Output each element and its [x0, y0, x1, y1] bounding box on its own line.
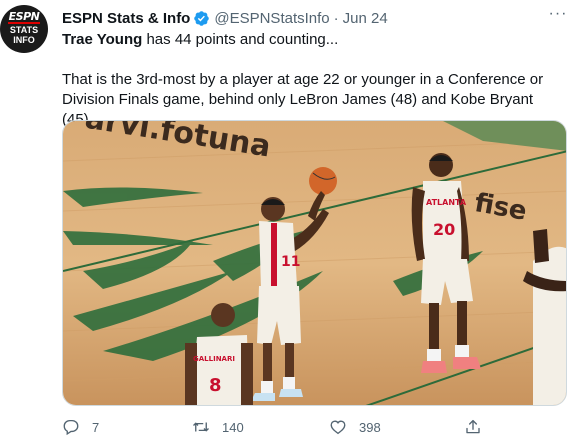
retweet-icon [193, 422, 209, 432]
display-name[interactable]: ESPN Stats & Info [62, 10, 190, 27]
jersey-left-number: 8 [209, 375, 222, 396]
basketball-photo: arvi.fotuna fise 11 ATLANTA 20 GALLINARI… [63, 121, 566, 405]
reply-count: 7 [92, 419, 100, 435]
tweet-mention-name: Trae Young [62, 31, 143, 48]
avatar-divider [8, 22, 40, 24]
more-icon[interactable]: ··· [548, 6, 568, 27]
reply-icon [63, 419, 79, 436]
retweet-count: 140 [222, 419, 244, 435]
tweet-line-1: Trae Young has 44 points and counting... [62, 30, 562, 50]
like-button[interactable]: 398 [329, 418, 381, 436]
timestamp[interactable]: Jun 24 [343, 10, 388, 27]
share-icon [466, 419, 480, 434]
jersey-left-name: GALLINARI [193, 355, 235, 363]
avatar-line-1: STATS [9, 25, 39, 35]
tweet[interactable]: ESPN STATS INFO ESPN Stats & Info @ESPNS… [0, 0, 574, 445]
verified-icon [194, 10, 210, 26]
heart-icon [330, 420, 346, 435]
share-button[interactable] [464, 418, 482, 436]
handle[interactable]: @ESPNStatsInfo [214, 10, 329, 27]
jersey-right-team: ATLANTA [426, 198, 467, 207]
jersey-right-number: 20 [433, 220, 455, 239]
retweet-button[interactable]: 140 [192, 418, 244, 436]
tweet-line-1-rest: has 44 points and counting... [142, 31, 339, 48]
tweet-header: ESPN Stats & Info @ESPNStatsInfo · Jun 2… [62, 8, 388, 28]
tweet-actions: 7 140 398 [62, 414, 542, 440]
avatar[interactable]: ESPN STATS INFO [0, 5, 48, 53]
like-count: 398 [359, 419, 381, 435]
avatar-line-2: INFO [13, 35, 35, 45]
tweet-text: Trae Young has 44 points and counting...… [62, 30, 562, 130]
separator: · [333, 9, 339, 27]
tweet-photo[interactable]: arvi.fotuna fise 11 ATLANTA 20 GALLINARI… [62, 120, 567, 406]
jersey-center-number: 11 [281, 254, 300, 270]
reply-button[interactable]: 7 [62, 418, 99, 436]
